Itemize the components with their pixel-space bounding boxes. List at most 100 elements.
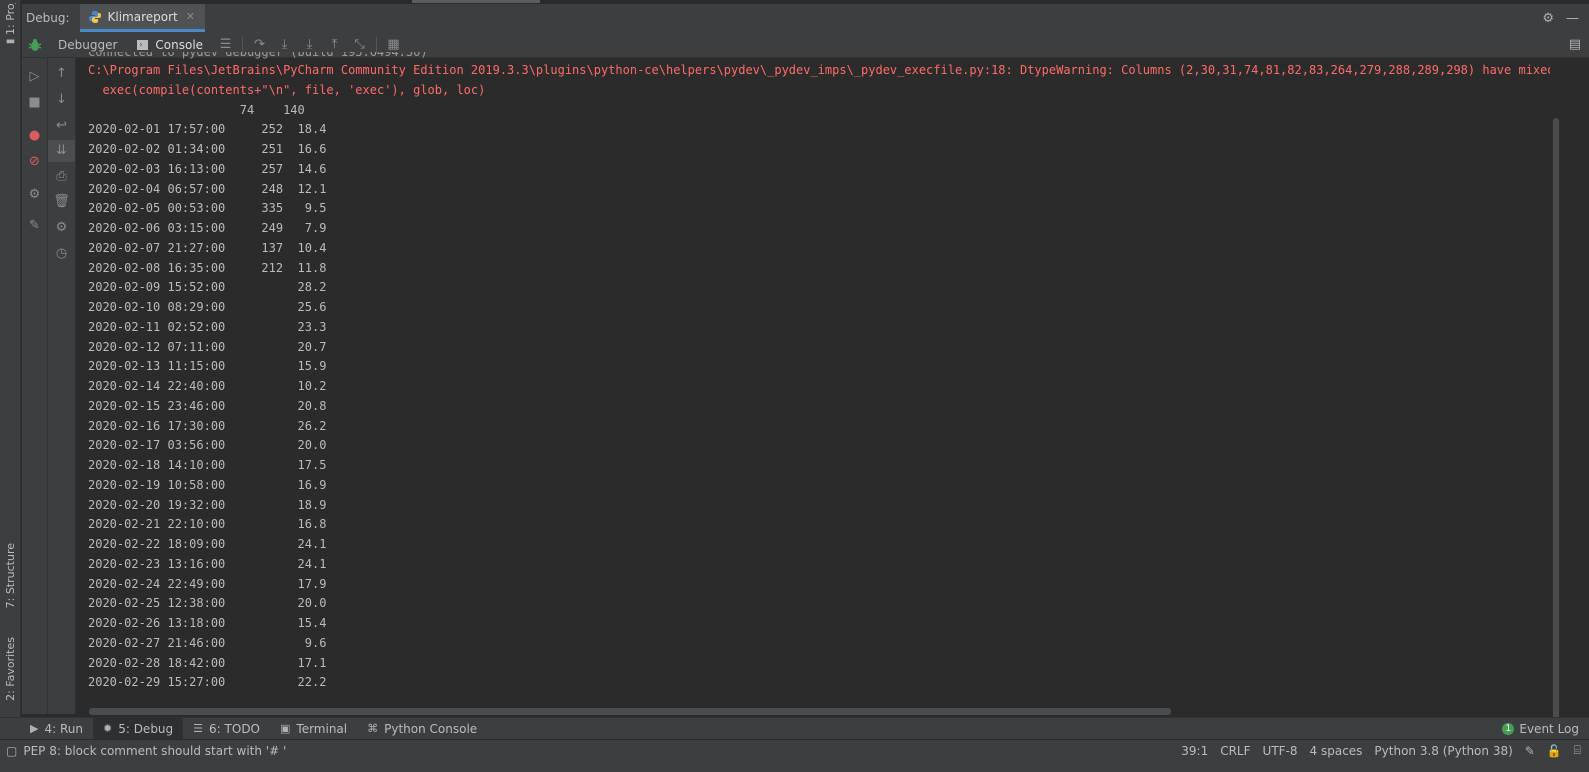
console-line: 2020-02-07 21:27:00 137 10.4 xyxy=(88,240,327,255)
file-encoding[interactable]: UTF-8 xyxy=(1263,744,1298,758)
vertical-scroll-thumb[interactable] xyxy=(1553,118,1559,726)
stop-icon[interactable]: ■ xyxy=(22,95,47,110)
evaluate-expression-icon[interactable]: ▦ xyxy=(381,37,406,52)
console-line: 2020-02-28 18:42:00 17.1 xyxy=(88,655,327,670)
console-line: 2020-02-03 16:13:00 257 14.6 xyxy=(88,161,327,176)
clock-icon[interactable]: ◷ xyxy=(48,246,75,261)
run-config-tab-label: Klimareport xyxy=(107,9,178,24)
settings-debug-icon[interactable]: ⚙ xyxy=(48,220,75,235)
step-out-icon[interactable]: ⤒ xyxy=(322,37,347,52)
favorites-tool-tab-label: 2: Favorites xyxy=(4,637,17,701)
layout-settings-icon[interactable]: ▤ xyxy=(1569,37,1581,52)
event-count-badge: 1 xyxy=(1502,722,1515,735)
console-line: 2020-02-14 22:40:00 10.2 xyxy=(88,379,327,393)
console-line: 2020-02-12 07:11:00 20.7 xyxy=(88,339,327,354)
run-to-cursor-icon[interactable]: ⤡ xyxy=(347,37,372,52)
terminal-tool-tab[interactable]: ▣ Terminal xyxy=(270,718,357,740)
lock-icon[interactable]: 🔓 xyxy=(1547,744,1562,758)
top-scroll-indicator xyxy=(412,0,540,3)
console-line: 2020-02-18 14:10:00 17.5 xyxy=(88,458,327,472)
soft-wrap-icon[interactable]: ↩ xyxy=(48,118,75,133)
structure-tool-tab-label: 7: Structure xyxy=(4,543,17,609)
status-widgets: 39:1 CRLF UTF-8 4 spaces Python 3.8 (Pyt… xyxy=(1181,743,1589,758)
status-bar: ▢ PEP 8: block comment should start with… xyxy=(0,739,1589,761)
debug-label: Debug: xyxy=(26,11,70,25)
indent-setting[interactable]: 4 spaces xyxy=(1310,744,1363,758)
folder-icon[interactable]: ▬ xyxy=(0,34,21,48)
console-line: 2020-02-22 18:09:00 24.1 xyxy=(88,537,327,551)
python-console-tool-tab-label: Python Console xyxy=(384,721,478,736)
debug-bug-icon[interactable] xyxy=(22,38,48,52)
console-horizontal-scrollbar[interactable] xyxy=(77,706,1550,716)
toolbar-separator xyxy=(376,36,378,53)
status-message: PEP 8: block comment should start with '… xyxy=(23,743,287,758)
console-line: 2020-02-25 12:38:00 20.0 xyxy=(88,596,327,611)
console-line: 2020-02-09 15:52:00 28.2 xyxy=(88,280,327,295)
console-vertical-scrollbar[interactable] xyxy=(1550,58,1562,726)
resume-icon[interactable]: ▷ xyxy=(22,69,47,84)
bottom-tool-bar: ▶ 4: Run ✹ 5: Debug ☰ 6: TODO ▣ Terminal… xyxy=(0,717,1589,740)
console-line: Connected to pydev debugger (build 193.6… xyxy=(88,52,428,59)
pin-icon[interactable]: ✎ xyxy=(22,218,47,233)
structure-tool-tab[interactable]: 7: Structure xyxy=(0,536,21,616)
console-output[interactable]: Connected to pydev debugger (build 193.6… xyxy=(77,52,1550,706)
down-arrow-icon[interactable]: ↓ xyxy=(48,92,75,107)
debug-header: Debug: Klimareport ✕ ⚙ — xyxy=(22,4,1589,32)
console-line: 2020-02-15 23:46:00 20.8 xyxy=(88,398,327,413)
line-separator[interactable]: CRLF xyxy=(1220,744,1250,758)
close-icon[interactable]: ✕ xyxy=(186,10,195,23)
trash-icon[interactable]: 🗑 xyxy=(48,194,75,209)
project-tool-tab[interactable]: 1: Project xyxy=(0,2,21,36)
debug-tool-tab-label: 5: Debug xyxy=(118,721,174,736)
todo-tool-tab[interactable]: ☰ 6: TODO xyxy=(183,718,270,740)
console-line: 2020-02-24 22:49:00 17.9 xyxy=(88,576,327,591)
console-actions-gutter: ↑ ↓ ↩ ⇊ ⎙ 🗑 ⚙ ◷ xyxy=(48,58,76,714)
console-line: 2020-02-19 10:58:00 16.9 xyxy=(88,477,327,492)
run-tool-tab-label: 4: Run xyxy=(44,721,83,736)
inspection-hector-icon[interactable]: ✎ xyxy=(1525,744,1535,758)
console-line: 2020-02-26 13:18:00 15.4 xyxy=(88,616,327,630)
run-tool-tab[interactable]: ▶ 4: Run xyxy=(20,718,93,740)
step-over-icon[interactable]: ↷ xyxy=(247,37,272,52)
console-line: 2020-02-17 03:56:00 20.0 xyxy=(88,438,327,453)
scroll-to-end-icon[interactable]: ⇊ xyxy=(48,140,75,162)
view-breakpoints-icon[interactable]: ● xyxy=(22,128,47,143)
gear-icon[interactable]: ⚙ xyxy=(1542,11,1554,26)
left-tool-stripe: 1: Project ▬ 7: Structure 2: Favorites xyxy=(0,0,21,739)
step-into-icon[interactable]: ⤓ xyxy=(272,37,297,52)
step-into-my-code-icon[interactable]: ⤓ xyxy=(297,37,322,52)
toolbar-separator xyxy=(242,36,244,53)
console-line: 2020-02-13 11:15:00 15.9 xyxy=(88,359,327,374)
horizontal-scroll-thumb[interactable] xyxy=(89,708,1171,715)
terminal-icon: ▣ xyxy=(280,722,291,735)
memory-indicator-icon[interactable]: ⌸ xyxy=(1574,743,1581,758)
console-line: 2020-02-20 19:32:00 18.9 xyxy=(88,497,327,512)
print-icon[interactable]: ⎙ xyxy=(48,169,75,184)
minimize-icon[interactable]: — xyxy=(1566,11,1579,26)
up-arrow-icon[interactable]: ↑ xyxy=(48,66,75,81)
caret-position[interactable]: 39:1 xyxy=(1181,744,1208,758)
console-line: 2020-02-08 16:35:00 212 11.8 xyxy=(88,260,327,275)
project-tool-tab-label: 1: Project xyxy=(4,3,17,35)
console-line: 2020-02-27 21:46:00 9.6 xyxy=(88,635,327,650)
debug-tool-tab[interactable]: ✹ 5: Debug xyxy=(92,717,184,740)
console-line: 2020-02-29 15:27:00 22.2 xyxy=(88,675,327,690)
console-line: 2020-02-11 02:52:00 23.3 xyxy=(88,319,327,334)
run-config-tab[interactable]: Klimareport ✕ xyxy=(79,4,205,32)
favorites-tool-tab[interactable]: 2: Favorites xyxy=(0,628,21,710)
python-console-icon: ⌘ xyxy=(367,722,379,735)
console-line: 74 140 xyxy=(88,102,305,117)
python-interpreter[interactable]: Python 3.8 (Python 38) xyxy=(1374,744,1512,758)
debug-actions-gutter: ▷ ■ ● ⊘ ⚙ ✎ xyxy=(22,58,48,714)
menu-lines-icon[interactable]: ☰ xyxy=(213,37,238,52)
toggle-tool-windows-icon[interactable]: ▢ xyxy=(6,744,17,758)
console-line: 2020-02-10 08:29:00 25.6 xyxy=(88,300,327,314)
todo-tool-tab-label: 6: TODO xyxy=(209,721,260,736)
event-log-tool-tab[interactable]: 1 Event Log xyxy=(1492,718,1589,740)
tab-debugger-label: Debugger xyxy=(58,37,118,52)
console-line: 2020-02-06 03:15:00 249 7.9 xyxy=(88,221,327,235)
settings-icon[interactable]: ⚙ xyxy=(22,187,47,202)
python-icon xyxy=(88,10,101,23)
mute-breakpoints-icon[interactable]: ⊘ xyxy=(22,154,47,169)
python-console-tool-tab[interactable]: ⌘ Python Console xyxy=(357,718,487,740)
